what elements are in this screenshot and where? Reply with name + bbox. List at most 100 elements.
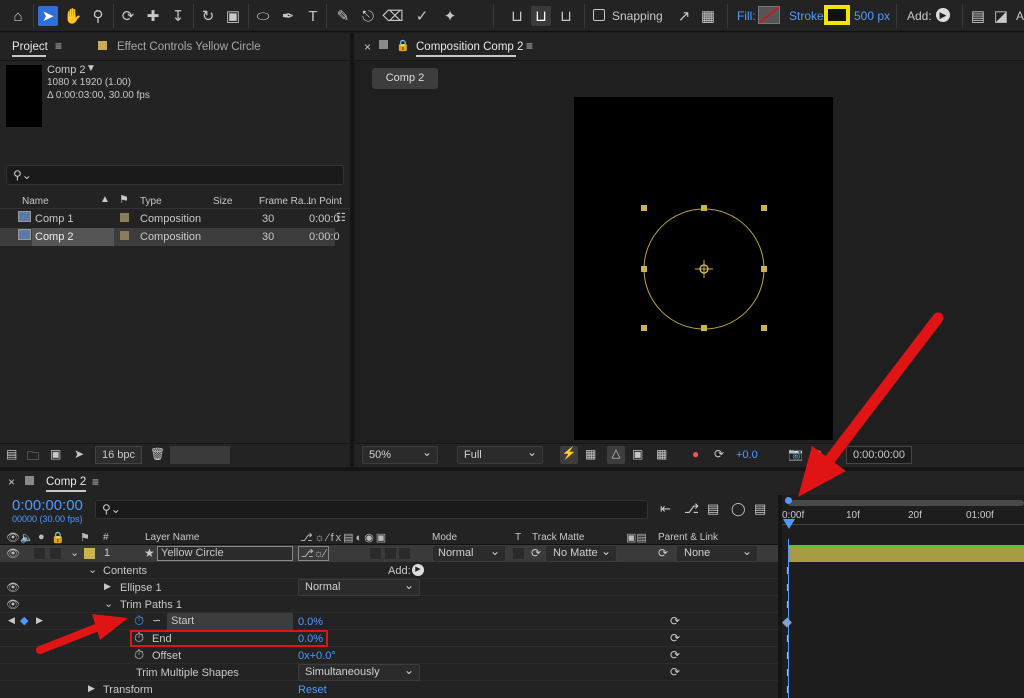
ellipse-icon[interactable]: ⬭ xyxy=(253,6,273,26)
col-mode[interactable]: Mode xyxy=(432,532,457,543)
chevron-down-icon[interactable]: ▼ xyxy=(86,63,96,74)
eye-icon[interactable]: 👁 xyxy=(6,547,20,560)
transform-row[interactable]: ▶ Transform Reset xyxy=(0,681,778,698)
chevron-down-icon[interactable]: ⌄ xyxy=(104,597,113,610)
snap-extend-icon[interactable]: ↗ xyxy=(674,6,694,26)
ellipse-row[interactable]: 👁 ▶ Ellipse 1 Normal xyxy=(0,578,778,596)
snapping-checkbox[interactable] xyxy=(593,9,605,21)
expression-pickwhip-icon[interactable]: ⟳ xyxy=(670,631,680,645)
rotate-icon[interactable]: ↻ xyxy=(198,6,218,26)
layer-switches-icon[interactable]: ⎇☼∕ xyxy=(298,546,329,561)
col-size[interactable]: Size xyxy=(213,196,232,207)
draft-3d-icon[interactable]: ⎇ xyxy=(684,501,699,517)
end-property-row[interactable]: ⏱ End 0.0% ⟳ xyxy=(0,630,778,647)
ellipse-blend-dropdown[interactable]: Normal xyxy=(298,578,420,596)
snapshot-icon[interactable]: 📷 xyxy=(788,447,803,461)
guides-icon[interactable]: ▦ xyxy=(656,447,667,461)
panel-menu-icon[interactable]: ≡ xyxy=(92,475,99,489)
end-value[interactable]: 0.0% xyxy=(298,633,323,645)
stroke-swatch[interactable] xyxy=(824,5,850,25)
orbit-icon[interactable]: ⟳ xyxy=(118,6,138,26)
motion-blur-icon[interactable]: ▤ xyxy=(754,501,766,517)
mask-visibility-icon[interactable]: △ xyxy=(607,446,625,464)
col-name[interactable]: Name xyxy=(22,196,49,207)
text-icon[interactable]: T xyxy=(303,6,323,26)
col-parent[interactable]: Parent & Link xyxy=(658,532,718,543)
project-search-input[interactable]: ⚲⌄ xyxy=(6,165,344,185)
snap-target-icon[interactable]: ▦ xyxy=(698,6,718,26)
axis-world-icon[interactable]: ⊔ xyxy=(531,6,551,26)
prev-keyframe-icon[interactable]: ◀ xyxy=(8,615,15,626)
start-property-row[interactable]: ◀ ◆ ▶ ⏱ ∽ Start 0.0% ⟳ xyxy=(0,613,778,630)
parent-pickwhip-icon[interactable]: ⟳ xyxy=(658,546,668,560)
next-keyframe-icon[interactable]: ▶ xyxy=(36,615,43,626)
comp-breadcrumb[interactable]: Comp 2 xyxy=(372,68,438,89)
project-tab[interactable]: Project xyxy=(12,41,48,53)
reset-link[interactable]: Reset xyxy=(298,684,327,696)
shy-layers-icon[interactable]: ▤ xyxy=(707,501,719,517)
col-type[interactable]: Type xyxy=(140,196,162,207)
effect-controls-tab[interactable]: Effect Controls Yellow Circle xyxy=(117,41,261,53)
layer-name-field[interactable]: Yellow Circle xyxy=(157,546,293,561)
start-value[interactable]: 0.0% xyxy=(298,616,323,628)
layer-duration-bar[interactable] xyxy=(788,545,1024,562)
chevron-down-icon[interactable]: ⌄ xyxy=(88,563,97,576)
stopwatch-icon[interactable]: ⏱ xyxy=(134,613,144,629)
pen-icon[interactable]: ✒ xyxy=(278,6,298,26)
anchor-icon[interactable]: ▣ xyxy=(223,6,243,26)
timeline-search-input[interactable]: ⚲⌄ xyxy=(95,500,648,519)
trim-multiple-dropdown[interactable]: Simultaneously xyxy=(298,663,420,681)
add-play-icon[interactable]: ▶ xyxy=(412,564,424,576)
graph-icon[interactable]: ∽ xyxy=(152,614,161,627)
render-icon[interactable]: ➤ xyxy=(74,447,84,461)
layer-label-color[interactable] xyxy=(84,548,95,559)
layer-mode-dropdown[interactable]: Normal xyxy=(432,544,506,562)
parent-dropdown[interactable]: None xyxy=(676,544,758,562)
col-layer-name[interactable]: Layer Name xyxy=(145,532,199,543)
start-keyframe[interactable]: ◆ xyxy=(782,614,792,630)
transparency-grid-icon[interactable]: ▦ xyxy=(585,447,596,461)
axis-local-icon[interactable]: ⊔ xyxy=(507,6,527,26)
roto-brush-icon[interactable]: ✓ xyxy=(412,6,432,26)
color-management-icon[interactable]: ⟳ xyxy=(714,447,724,461)
stopwatch-icon[interactable]: ⏱ xyxy=(134,630,144,646)
hand-icon[interactable]: ✋ xyxy=(63,6,83,26)
add-play-icon[interactable]: ▶ xyxy=(936,8,950,22)
pickwhip-icon[interactable]: ⟳ xyxy=(531,546,541,560)
region-of-interest-icon[interactable]: ▣ xyxy=(632,447,643,461)
show-snapshot-icon[interactable]: ◉ xyxy=(812,447,822,461)
close-icon[interactable]: × xyxy=(8,475,15,489)
offset-value[interactable]: 0x+0.0° xyxy=(298,650,336,662)
fill-swatch[interactable] xyxy=(758,6,780,24)
new-comp-icon[interactable]: ▣ xyxy=(50,447,61,461)
col-track-matte[interactable]: Track Matte xyxy=(532,532,584,543)
lock-icon[interactable]: 🔒 xyxy=(396,39,410,52)
fast-preview-icon[interactable]: ⚡ xyxy=(560,446,578,464)
clone-stamp-icon[interactable]: ⎋ xyxy=(358,6,378,26)
trim-multiple-row[interactable]: Trim Multiple Shapes Simultaneously ⟳ xyxy=(0,663,778,681)
timeline-tab[interactable]: Comp 2 xyxy=(46,476,86,488)
eye-icon[interactable]: 👁 xyxy=(6,581,20,594)
col-frame-rate[interactable]: Frame Ra... xyxy=(259,196,312,207)
sync-icon[interactable]: ◪ xyxy=(991,6,1011,26)
yellow-circle[interactable] xyxy=(574,97,833,440)
color-channel-icon[interactable]: ● xyxy=(692,447,699,461)
pan-behind-icon[interactable]: ✚ xyxy=(143,6,163,26)
selection-icon[interactable]: ➤ xyxy=(38,6,58,26)
exposure-value[interactable]: +0.0 xyxy=(736,449,758,461)
col-in-point[interactable]: In Point xyxy=(308,196,342,207)
new-folder-icon[interactable]: 🗀 xyxy=(27,447,39,468)
timeline-timecode[interactable]: 0:00:00:00 xyxy=(12,497,83,514)
flowchart-icon[interactable]: ☷ xyxy=(336,211,346,224)
layer-row[interactable]: 👁 ⌄ 1 ★ Yellow Circle ⎇☼∕ Normal ⟳ No Ma… xyxy=(0,544,778,562)
zoom-icon[interactable]: ⚲ xyxy=(88,6,108,26)
resolution-dropdown[interactable]: Full xyxy=(457,445,543,464)
trash-icon[interactable]: 🗑 xyxy=(150,447,165,461)
thumbnail-slider[interactable] xyxy=(170,446,230,464)
current-time-field[interactable]: 0:00:00:00 xyxy=(846,446,912,464)
interpret-footage-icon[interactable]: ▤ xyxy=(6,447,17,461)
composition-tab[interactable]: Composition Comp 2 xyxy=(416,41,523,53)
dolly-icon[interactable]: ↧ xyxy=(168,6,188,26)
puppet-icon[interactable]: ✦ xyxy=(440,6,460,26)
eye-icon[interactable]: 👁 xyxy=(6,598,20,611)
